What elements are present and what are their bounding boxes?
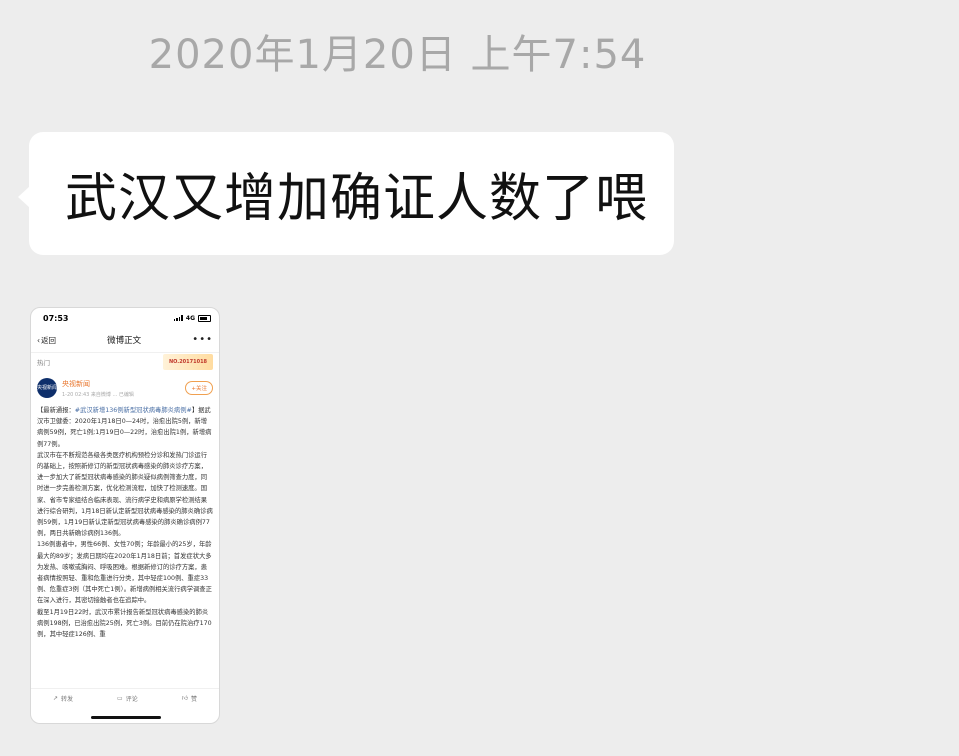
status-time: 07:53: [43, 313, 69, 323]
post-hashtag: #武汉新增136例新型冠状病毒肺炎病例#: [74, 407, 192, 414]
repost-action: ↗ 转发: [53, 694, 73, 703]
post-paragraph-2: 武汉市在不断规范各级各类医疗机构预检分诊和发热门诊运行的基础上，按照新修订的新型…: [37, 451, 213, 538]
post-paragraph-4: 截至1月19日22时，武汉市累计报告新型冠状病毒感染的肺炎病例198例，已治愈出…: [37, 608, 212, 639]
thumbs-up-icon: 👍︎: [181, 695, 188, 702]
like-label: 赞: [190, 695, 197, 703]
signal-icon: [173, 315, 183, 321]
hot-banner: NO.20171018: [163, 354, 213, 370]
status-icons: 4G: [173, 314, 211, 322]
repost-label: 转发: [61, 695, 74, 703]
avatar: 央视新闻: [37, 378, 57, 398]
back-button: ‹ 返回: [37, 335, 56, 346]
back-label: 返回: [41, 335, 56, 345]
post-header: 央视新闻 央视新闻 1-20 02:43 来自微博 ... 已编辑 +关注: [31, 371, 219, 403]
page-title: 微博正文: [107, 336, 142, 346]
hot-label: 热门: [37, 359, 50, 367]
comment-action: ▭ 评论: [117, 694, 138, 703]
repost-icon: ↗: [52, 694, 59, 702]
battery-icon: [198, 314, 211, 322]
post-paragraph-3: 136例患者中，男性66例、女性70例；年龄最小的25岁，年龄最大的89岁；发病…: [37, 541, 212, 605]
home-indicator: [91, 716, 161, 719]
comment-label: 评论: [125, 695, 138, 703]
comment-icon: ▭: [117, 694, 123, 702]
message-text: 武汉又增加确证人数了喂: [65, 169, 649, 229]
more-icon: •••: [192, 334, 213, 345]
nav-bar: ‹ 返回 微博正文 •••: [31, 328, 219, 353]
hot-row: 热门 NO.20171018: [31, 353, 219, 371]
follow-button: +关注: [185, 381, 213, 395]
like-action: 👍︎ 赞: [182, 694, 197, 703]
post-body: 【最新通报：#武汉新增136例新型冠状病毒肺炎病例#】据武汉市卫健委：2020年…: [31, 403, 219, 640]
status-bar: 07:53 4G: [31, 308, 219, 328]
chat-timestamp: 2020年1月20日 上午7:54: [148, 32, 647, 78]
chevron-left-icon: ‹: [37, 335, 40, 345]
post-meta: 1-20 02:43 来自微博 ... 已编辑: [62, 391, 134, 398]
network-label: 4G: [185, 314, 195, 322]
message-bubble[interactable]: 武汉又增加确证人数了喂: [18, 132, 674, 255]
post-lead: 【最新通报：: [37, 407, 75, 414]
image-message-thumbnail[interactable]: 07:53 4G ‹ 返回 微博正文 ••• 热门 NO.20171018 央视…: [30, 307, 220, 724]
author-name: 央视新闻: [62, 379, 90, 388]
post-actions: ↗ 转发 ▭ 评论 👍︎ 赞: [31, 688, 219, 707]
